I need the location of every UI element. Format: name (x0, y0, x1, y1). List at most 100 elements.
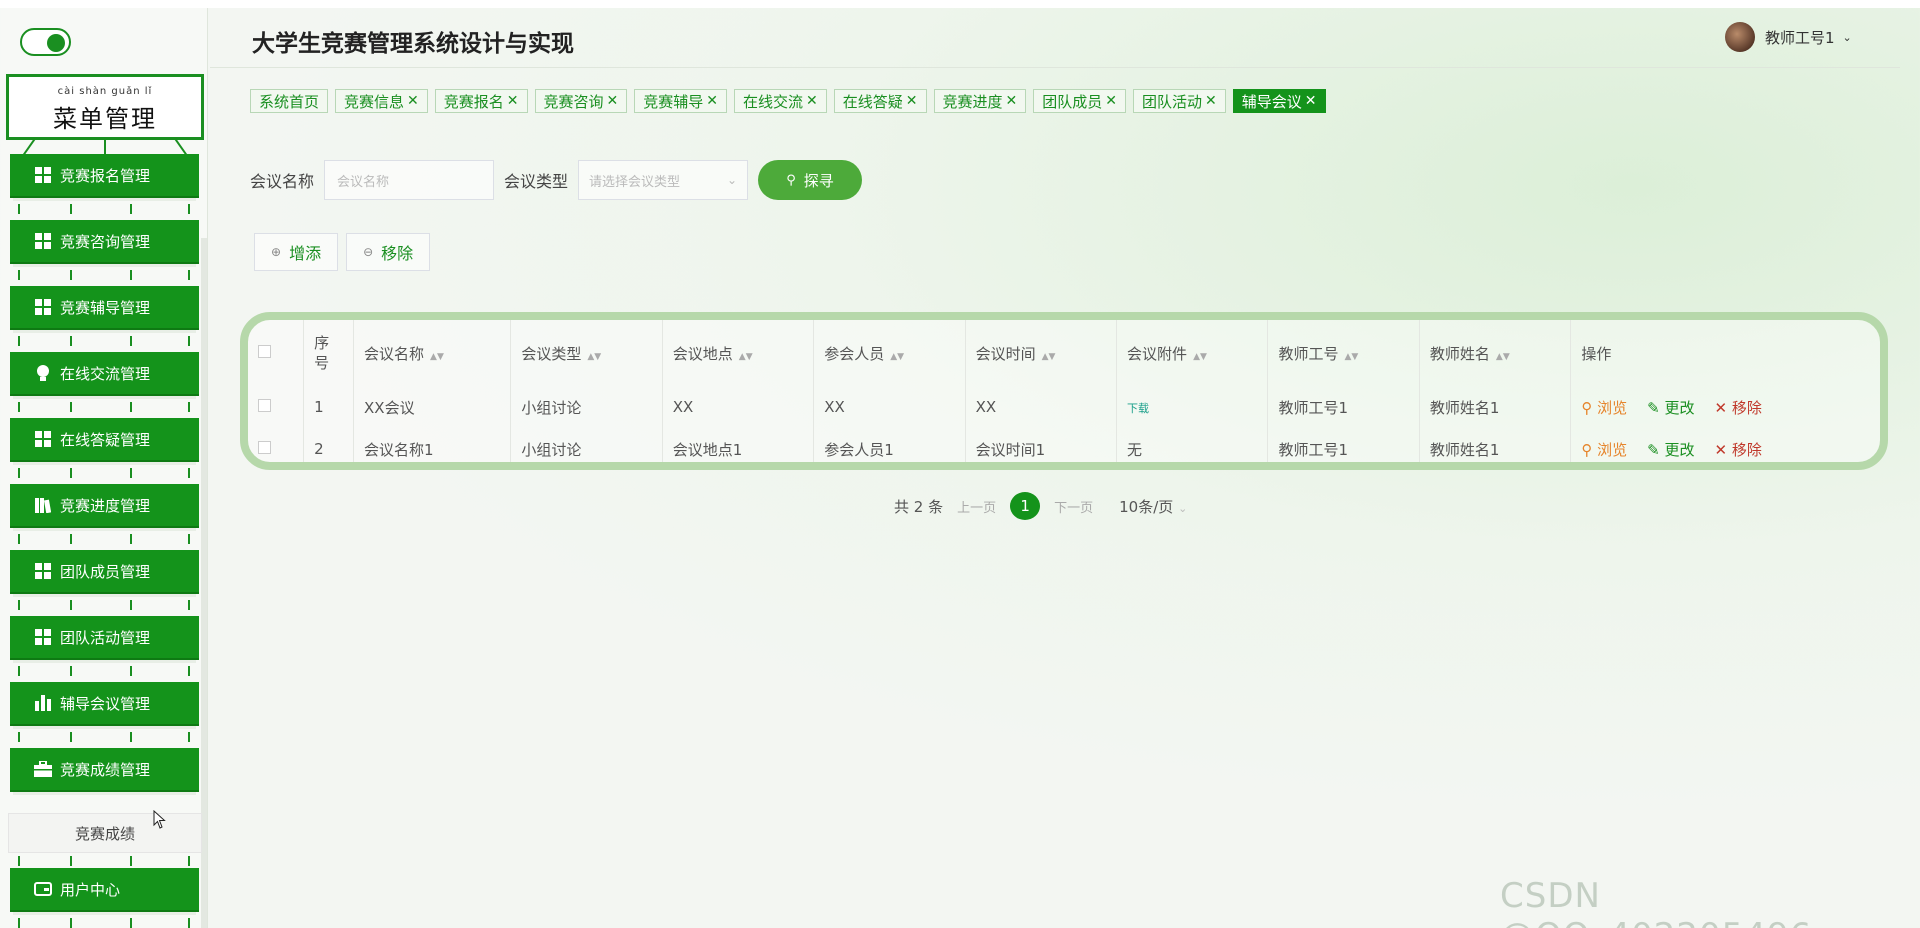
close-icon[interactable]: ✕ (706, 93, 718, 109)
collapse-toggle[interactable] (20, 28, 71, 56)
column-header[interactable]: 参会人员 ▲▼ (813, 320, 966, 386)
table-cell: 无 (1116, 428, 1268, 462)
remove-button[interactable]: ⊖ 移除 (346, 233, 431, 271)
close-icon[interactable]: ✕ (906, 93, 918, 109)
close-icon[interactable]: ✕ (1305, 93, 1317, 109)
tab-online-chat[interactable]: 在线交流 ✕ (734, 89, 827, 113)
tab-team-members[interactable]: 团队成员 ✕ (1033, 89, 1127, 113)
grid-icon (34, 298, 52, 316)
sidebar-item-contest-consult[interactable]: 竞赛咨询管理 (10, 220, 199, 264)
sidebar-item-online-qa[interactable]: 在线答疑管理 (10, 418, 199, 462)
add-button[interactable]: ⊕ 增添 (254, 233, 339, 271)
close-icon[interactable]: ✕ (1105, 93, 1117, 109)
table-cell: XX会议 (353, 386, 511, 428)
tab-online-qa[interactable]: 在线答疑 ✕ (833, 89, 927, 113)
close-icon[interactable]: ✕ (1205, 93, 1217, 109)
table-cell: 小组讨论 (510, 386, 663, 428)
delete-button[interactable]: ✕ 移除 (1714, 397, 1761, 418)
close-icon[interactable]: ✕ (1006, 93, 1018, 109)
table-cell: 会议时间1 (964, 428, 1117, 462)
tab-contest-info[interactable]: 竞赛信息 ✕ (335, 89, 428, 113)
close-icon[interactable]: ✕ (607, 93, 619, 109)
view-button[interactable]: ⚲ 浏览 (1581, 439, 1627, 460)
bulb-icon (34, 364, 52, 382)
tab-label: 竞赛辅导 (643, 92, 704, 111)
toggle-knob (47, 34, 65, 52)
tab-contest-tutoring[interactable]: 竞赛辅导 ✕ (634, 89, 728, 113)
table-cell: 会议地点1 (661, 428, 814, 462)
page-size-select[interactable]: 10条/页 ⌄ (1119, 496, 1187, 517)
sort-icon[interactable]: ▲▼ (739, 352, 753, 362)
table-cell: XX (964, 386, 1117, 428)
close-icon[interactable]: ✕ (806, 93, 818, 109)
sidebar-item-online-chat[interactable]: 在线交流管理 (10, 352, 199, 396)
meeting-name-input[interactable]: 会议名称 (324, 160, 495, 200)
tab-tutoring-meetings[interactable]: 辅导会议 ✕ (1232, 89, 1326, 113)
submenu-contest-scores[interactable]: 竞赛成绩 (8, 813, 202, 853)
column-header[interactable]: 会议类型 ▲▼ (510, 320, 663, 386)
sidebar-item-contest-signup[interactable]: 竞赛报名管理 (10, 154, 199, 198)
column-header[interactable]: 教师工号 ▲▼ (1267, 320, 1420, 386)
pagination: 共 2 条 上一页 1 下一页 10条/页 ⌄ (894, 492, 1187, 520)
table-cell: 小组讨论 (510, 428, 663, 462)
column-header[interactable]: 会议名称 ▲▼ (353, 320, 511, 386)
grid-icon (34, 430, 52, 448)
row-checkbox[interactable] (258, 399, 271, 412)
sort-icon[interactable]: ▲▼ (1042, 352, 1056, 362)
menu-divider (10, 918, 199, 928)
next-page-button[interactable]: 下一页 (1054, 497, 1093, 516)
sidebar-item-tutoring-meetings[interactable]: 辅导会议管理 (10, 682, 199, 726)
tab-label: 团队活动 (1142, 92, 1203, 111)
meeting-type-select[interactable]: 请选择会议类型 ⌄ (578, 160, 749, 200)
column-header: 操作 (1570, 320, 1880, 386)
select-all-checkbox[interactable] (258, 345, 271, 358)
sort-icon[interactable]: ▲▼ (1344, 352, 1358, 362)
sidebar-item-team-activities[interactable]: 团队活动管理 (10, 616, 199, 660)
edit-button[interactable]: ✎ 更改 (1647, 439, 1694, 460)
column-header[interactable]: 会议地点 ▲▼ (661, 320, 814, 386)
sort-icon[interactable]: ▲▼ (587, 352, 601, 362)
sort-icon[interactable]: ▲▼ (890, 352, 904, 362)
tab-label: 竞赛进度 (942, 92, 1003, 111)
sidebar-item-contest-scores[interactable]: 竞赛成绩管理 (10, 748, 199, 792)
sort-icon[interactable]: ▲▼ (1496, 352, 1510, 362)
row-select-cell[interactable] (248, 386, 304, 428)
sidebar-item-label: 竞赛成绩管理 (60, 760, 151, 779)
tab-contest-progress[interactable]: 竞赛进度 ✕ (933, 89, 1027, 113)
tab-contest-consult[interactable]: 竞赛咨询 ✕ (534, 89, 628, 113)
column-header-label: 会议附件 (1127, 344, 1188, 363)
sidebar-item-contest-tutoring[interactable]: 竞赛辅导管理 (10, 286, 199, 330)
sidebar-item-label: 竞赛报名管理 (60, 166, 151, 185)
column-header-label: 会议名称 (364, 344, 425, 363)
close-icon[interactable]: ✕ (507, 93, 519, 109)
tab-home[interactable]: 系统首页 (250, 89, 329, 113)
sidebar-item-user-center[interactable]: 用户中心 (10, 868, 199, 912)
row-select-cell[interactable] (248, 428, 304, 462)
column-header[interactable]: 会议时间 ▲▼ (964, 320, 1117, 386)
sidebar-item-contest-progress[interactable]: 竞赛进度管理 (10, 484, 199, 528)
table-cell: XX (813, 386, 966, 428)
briefcase-icon (34, 760, 52, 778)
prev-page-button[interactable]: 上一页 (957, 497, 996, 516)
column-header[interactable]: 会议附件 ▲▼ (1116, 320, 1268, 386)
row-checkbox[interactable] (258, 441, 271, 454)
sort-icon[interactable]: ▲▼ (1193, 352, 1207, 362)
close-icon[interactable]: ✕ (407, 93, 419, 109)
sort-icon[interactable]: ▲▼ (430, 352, 444, 362)
column-header[interactable]: 教师姓名 ▲▼ (1418, 320, 1571, 386)
edit-icon: ✎ (1647, 398, 1660, 417)
tab-contest-signup[interactable]: 竞赛报名 ✕ (434, 89, 528, 113)
table-cell: 教师工号1 (1267, 386, 1420, 428)
edit-button[interactable]: ✎ 更改 (1647, 397, 1694, 418)
sidebar-item-label: 辅导会议管理 (60, 694, 151, 713)
tab-team-activities[interactable]: 团队活动 ✕ (1133, 89, 1226, 113)
meeting-type-placeholder: 请选择会议类型 (589, 174, 681, 190)
download-link[interactable]: 下载 (1127, 402, 1149, 415)
current-page-button[interactable]: 1 (1010, 492, 1041, 520)
user-menu[interactable]: 教师工号1 ⌄ (1725, 22, 1852, 52)
search-button[interactable]: ⚲ 探寻 (758, 160, 863, 200)
delete-button[interactable]: ✕ 移除 (1714, 439, 1761, 460)
select-all-cell[interactable] (248, 320, 304, 386)
sidebar-item-team-members[interactable]: 团队成员管理 (10, 550, 199, 594)
view-button[interactable]: ⚲ 浏览 (1581, 397, 1627, 418)
